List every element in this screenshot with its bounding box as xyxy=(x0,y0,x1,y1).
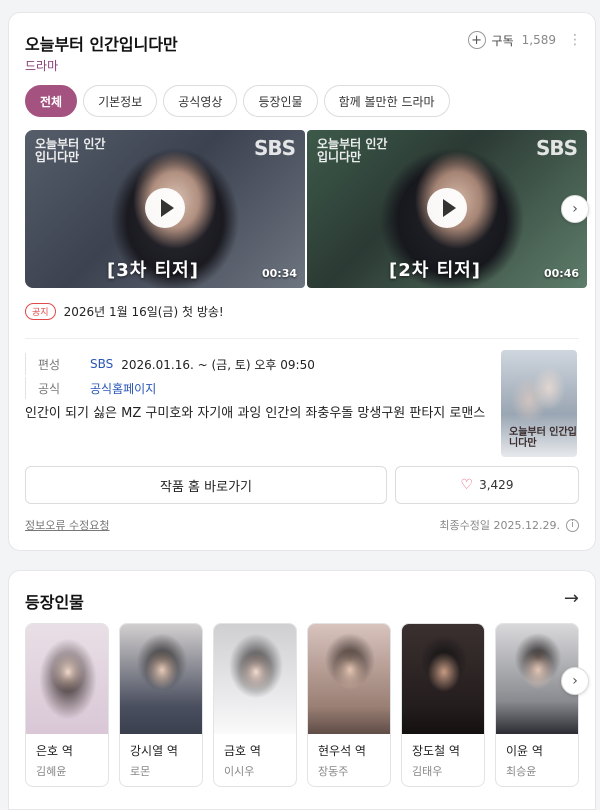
plus-icon: + xyxy=(467,31,486,49)
tab-recommended-dramas[interactable]: 함께 볼만한 드라마 xyxy=(323,85,450,117)
info-table: 편성 SBS 2026.01.16. ~ (금, 토) 오후 09:50 공식 … xyxy=(25,353,495,401)
drama-info-card: 오늘부터 인간입니다만 드라마 + 구독 1,589 ⋮ 전체 기본정보 공식영… xyxy=(8,12,596,551)
cast-carousel: 은호 역 김혜윤 강시열 역 로몬 금호 역 이시우 현우석 역 장동주 장도철… xyxy=(25,623,581,793)
last-updated-text: 최종수정일 2025.12.29. xyxy=(439,519,560,532)
chevron-right-icon[interactable]: › xyxy=(561,667,589,695)
broadcaster-link[interactable]: SBS xyxy=(90,357,113,371)
tab-basic-info[interactable]: 기본정보 xyxy=(83,85,158,117)
channel-logo: SBS xyxy=(535,136,578,160)
tab-bar: 전체 기본정보 공식영상 등장인물 함께 볼만한 드라마 xyxy=(25,85,450,117)
cast-photo xyxy=(214,624,296,734)
drama-logo: 오늘부터 인간입니다만 xyxy=(317,137,388,165)
poster-image[interactable]: 오늘부터 인간입니다만 xyxy=(501,350,577,457)
official-row: 공식 공식홈페이지 xyxy=(25,377,495,399)
play-icon[interactable] xyxy=(145,188,185,228)
series-home-button[interactable]: 작품 홈 바로가기 xyxy=(25,466,387,504)
subscribe-label: 구독 xyxy=(491,33,514,48)
subscribe-count: 1,589 xyxy=(521,33,556,47)
cast-member[interactable]: 은호 역 김혜윤 xyxy=(25,623,109,787)
cast-actor: 이시우 xyxy=(224,765,255,778)
video-duration: 00:34 xyxy=(261,267,297,280)
heart-icon: ♡ xyxy=(460,477,474,493)
cast-member[interactable]: 금호 역 이시우 xyxy=(213,623,297,787)
chevron-right-icon[interactable]: › xyxy=(561,195,589,223)
channel-logo: SBS xyxy=(253,136,296,160)
official-key: 공식 xyxy=(38,381,61,396)
cast-actor: 김혜윤 xyxy=(36,765,67,778)
cast-member[interactable]: 현우석 역 장동주 xyxy=(307,623,391,787)
cast-photo xyxy=(402,624,484,734)
schedule-value: 2026.01.16. ~ (금, 토) 오후 09:50 xyxy=(121,357,315,372)
report-error-link[interactable]: 정보오류 수정요청 xyxy=(25,517,109,533)
schedule-row: 편성 SBS 2026.01.16. ~ (금, 토) 오후 09:50 xyxy=(25,353,495,375)
video-caption: [3차 티저] xyxy=(107,260,199,281)
tab-official-videos[interactable]: 공식영상 xyxy=(163,85,238,117)
like-count: 3,429 xyxy=(479,478,514,492)
cast-member[interactable]: 강시열 역 로몬 xyxy=(119,623,203,787)
notice-badge: 공지 xyxy=(25,303,56,320)
tab-all[interactable]: 전체 xyxy=(25,85,78,117)
cast-role: 강시열 역 xyxy=(130,744,178,758)
cast-member[interactable]: 이윤 역 최승윤 xyxy=(495,623,579,787)
cast-actor: 로몬 xyxy=(130,765,151,778)
notice-row: 공지 2026년 1월 16일(금) 첫 방송! xyxy=(25,303,224,320)
divider xyxy=(25,338,579,339)
like-button[interactable]: ♡ 3,429 xyxy=(395,466,579,504)
tab-characters[interactable]: 등장인물 xyxy=(243,85,318,117)
cast-role: 이윤 역 xyxy=(506,744,543,758)
arrow-right-icon[interactable]: → xyxy=(564,588,579,609)
cast-actor: 김태우 xyxy=(412,765,443,778)
page-title[interactable]: 오늘부터 인간입니다만 xyxy=(25,31,178,55)
cast-photo xyxy=(308,624,390,734)
cast-photo xyxy=(120,624,202,734)
cast-role: 장도철 역 xyxy=(412,744,460,758)
poster-title: 오늘부터 인간입니다만 xyxy=(509,427,577,449)
drama-logo: 오늘부터 인간입니다만 xyxy=(35,137,106,165)
notice-text: 2026년 1월 16일(금) 첫 방송! xyxy=(63,305,224,319)
schedule-key: 편성 xyxy=(38,357,61,372)
video-caption: [2차 티저] xyxy=(389,260,481,281)
cast-role: 현우석 역 xyxy=(318,744,366,758)
more-options-icon[interactable]: ⋮ xyxy=(568,32,582,48)
subscribe-button[interactable]: + 구독 1,589 ⋮ xyxy=(467,31,582,49)
cast-card: 등장인물 → 은호 역 김혜윤 강시열 역 로몬 금호 역 이시우 현우석 역 … xyxy=(8,570,596,810)
cast-member[interactable]: 장도철 역 김태우 xyxy=(401,623,485,787)
video-carousel: 오늘부터 인간입니다만 SBS [3차 티저] 00:34 오늘부터 인간입니다… xyxy=(25,130,589,288)
section-title[interactable]: 등장인물 xyxy=(25,589,84,613)
last-updated: 최종수정일 2025.12.29. i xyxy=(439,517,579,533)
official-homepage-link[interactable]: 공식홈페이지 xyxy=(90,380,156,397)
info-icon[interactable]: i xyxy=(566,518,579,532)
video-duration: 00:46 xyxy=(543,267,579,280)
cast-role: 은호 역 xyxy=(36,744,73,758)
play-icon[interactable] xyxy=(427,188,467,228)
category-label: 드라마 xyxy=(25,59,59,73)
cast-photo xyxy=(26,624,108,734)
video-thumbnail[interactable]: 오늘부터 인간입니다만 SBS [2차 티저] 00:46 xyxy=(307,130,587,288)
video-thumbnail[interactable]: 오늘부터 인간입니다만 SBS [3차 티저] 00:34 xyxy=(25,130,305,288)
cast-actor: 장동주 xyxy=(318,765,349,778)
cast-actor: 최승윤 xyxy=(506,765,537,778)
synopsis: 인간이 되기 싫은 MZ 구미호와 자기애 과잉 인간의 좌충우돌 망생구원 판… xyxy=(25,406,486,421)
cast-role: 금호 역 xyxy=(224,744,261,758)
